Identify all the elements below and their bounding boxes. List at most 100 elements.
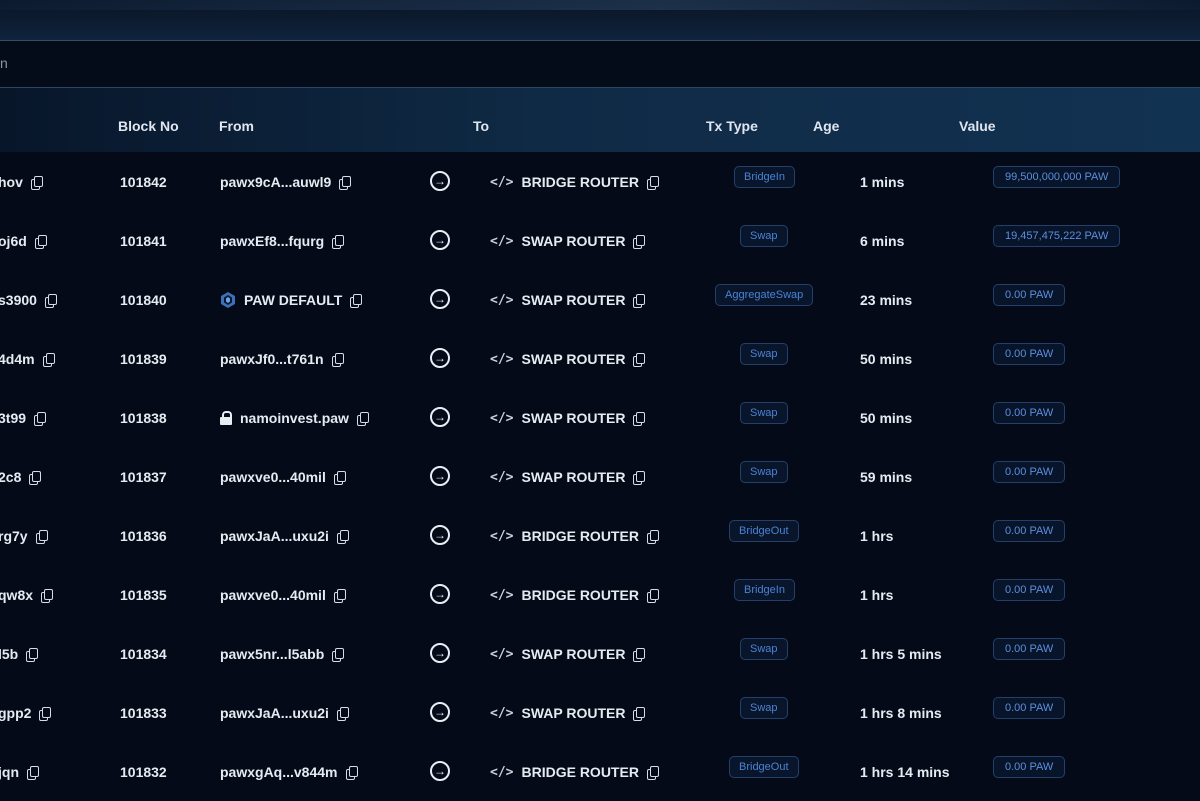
- copy-icon[interactable]: [646, 530, 659, 544]
- from-address-link[interactable]: pawxEf8...fqurg: [220, 233, 324, 249]
- to-address-link[interactable]: SWAP ROUTER: [521, 351, 625, 367]
- copy-icon[interactable]: [356, 412, 369, 426]
- from-address-link[interactable]: pawxve0...40mil: [220, 587, 326, 603]
- copy-icon[interactable]: [331, 353, 344, 367]
- copy-icon[interactable]: [646, 589, 659, 603]
- to-address-link[interactable]: SWAP ROUTER: [521, 292, 625, 308]
- tx-hash-link[interactable]: s3900: [0, 292, 37, 308]
- table-row[interactable]: 2c8 101837 pawxve0...40mil → </> SWAP ROUTER S…: [0, 447, 1200, 506]
- from-address-link[interactable]: pawxve0...40mil: [220, 469, 326, 485]
- tx-hash-link[interactable]: jqn: [0, 764, 19, 780]
- to-address-link[interactable]: BRIDGE ROUTER: [521, 528, 638, 544]
- search-text-fragment: n: [0, 55, 8, 71]
- table-row[interactable]: hov 101842 pawx9cA...auwl9 → </> BRIDGE ROUTE…: [0, 152, 1200, 211]
- table-row[interactable]: gpp2 101833 pawxJaA...uxu2i → </> SWAP ROUTER…: [0, 683, 1200, 742]
- to-address-link[interactable]: BRIDGE ROUTER: [521, 174, 638, 190]
- to-address-link[interactable]: SWAP ROUTER: [521, 705, 625, 721]
- table-row[interactable]: rg7y 101836 pawxJaA...uxu2i → </> BRIDGE ROUT…: [0, 506, 1200, 565]
- copy-icon[interactable]: [30, 176, 43, 190]
- block-number[interactable]: 101832: [120, 763, 167, 781]
- copy-icon[interactable]: [41, 589, 54, 603]
- tx-hash-link[interactable]: 4d4m: [0, 351, 35, 367]
- tx-hash-cell: l5b: [0, 645, 39, 663]
- tx-hash-link[interactable]: hov: [0, 174, 23, 190]
- tx-hash-link[interactable]: 3t99: [0, 410, 26, 426]
- to-address-link[interactable]: SWAP ROUTER: [521, 646, 625, 662]
- copy-icon[interactable]: [336, 530, 349, 544]
- table-row[interactable]: l5b 101834 pawx5nr...l5abb → </> SWAP ROUTER S…: [0, 624, 1200, 683]
- copy-icon[interactable]: [339, 176, 352, 190]
- to-address-link[interactable]: SWAP ROUTER: [521, 410, 625, 426]
- copy-icon[interactable]: [633, 648, 646, 662]
- copy-icon[interactable]: [350, 294, 363, 308]
- from-address-cell: pawx9cA...auwl9: [220, 173, 352, 191]
- copy-icon[interactable]: [332, 648, 345, 662]
- copy-icon[interactable]: [646, 766, 659, 780]
- copy-icon[interactable]: [633, 235, 646, 249]
- block-number[interactable]: 101838: [120, 409, 167, 427]
- from-address-link[interactable]: namoinvest.paw: [240, 410, 349, 426]
- from-address-link[interactable]: PAW DEFAULT: [244, 292, 342, 308]
- to-address-link[interactable]: BRIDGE ROUTER: [521, 764, 638, 780]
- copy-icon[interactable]: [34, 235, 47, 249]
- to-address-link[interactable]: SWAP ROUTER: [521, 233, 625, 249]
- block-number[interactable]: 101833: [120, 704, 167, 722]
- copy-icon[interactable]: [27, 766, 39, 780]
- copy-icon[interactable]: [333, 589, 346, 603]
- block-number[interactable]: 101839: [120, 350, 167, 368]
- table-row[interactable]: 4d4m 101839 pawxJf0...t761n → </> SWAP ROUTER…: [0, 329, 1200, 388]
- table-row[interactable]: 3t99 101838 namoinvest.paw → </> SWAP ROUTER S…: [0, 388, 1200, 447]
- copy-icon[interactable]: [633, 353, 646, 367]
- block-number[interactable]: 101834: [120, 645, 167, 663]
- from-address-link[interactable]: pawx9cA...auwl9: [220, 174, 331, 190]
- table-row[interactable]: qw8x 101835 pawxve0...40mil → </> BRIDGE ROUT…: [0, 565, 1200, 624]
- copy-icon[interactable]: [633, 294, 646, 308]
- table-row[interactable]: jqn 101832 pawxgAq...v844m → </> BRIDGE ROUTE…: [0, 742, 1200, 801]
- copy-icon[interactable]: [35, 530, 48, 544]
- table-row[interactable]: s3900 101840 PAW DEFAULT → </> SWAP ROUTER Agg…: [0, 270, 1200, 329]
- block-number[interactable]: 101841: [120, 232, 167, 250]
- header-value: Value: [959, 118, 996, 134]
- from-address-link[interactable]: pawxJaA...uxu2i: [220, 528, 329, 544]
- copy-icon[interactable]: [646, 176, 659, 190]
- block-number[interactable]: 101842: [120, 173, 167, 191]
- value-badge: 0.00 PAW: [993, 697, 1066, 719]
- tx-type-badge: BridgeIn: [734, 166, 795, 188]
- table-row[interactable]: oj6d 101841 pawxEf8...fqurg → </> SWAP ROUTER…: [0, 211, 1200, 270]
- copy-icon[interactable]: [345, 766, 358, 780]
- tx-hash-link[interactable]: l5b: [0, 646, 18, 662]
- to-address-cell: </> SWAP ROUTER: [490, 704, 646, 722]
- from-address-link[interactable]: pawxJaA...uxu2i: [220, 705, 329, 721]
- block-number[interactable]: 101840: [120, 291, 167, 309]
- tx-hash-link[interactable]: qw8x: [0, 587, 33, 603]
- tx-hash-link[interactable]: 2c8: [0, 469, 21, 485]
- tx-type-badge: Swap: [740, 697, 788, 719]
- from-address-link[interactable]: pawx5nr...l5abb: [220, 646, 324, 662]
- tx-hash-link[interactable]: oj6d: [0, 233, 27, 249]
- value-badge: 0.00 PAW: [993, 343, 1066, 365]
- block-number[interactable]: 101836: [120, 527, 167, 545]
- copy-icon[interactable]: [39, 707, 52, 721]
- copy-icon[interactable]: [336, 707, 349, 721]
- arrow-right-circle-icon: →: [430, 702, 450, 722]
- copy-icon[interactable]: [633, 412, 646, 426]
- to-address-link[interactable]: SWAP ROUTER: [521, 469, 625, 485]
- copy-icon[interactable]: [333, 471, 346, 485]
- tx-hash-link[interactable]: gpp2: [0, 705, 31, 721]
- tx-hash-link[interactable]: rg7y: [0, 528, 28, 544]
- copy-icon[interactable]: [29, 471, 42, 485]
- copy-icon[interactable]: [332, 235, 345, 249]
- copy-icon[interactable]: [44, 294, 57, 308]
- search-bar[interactable]: n: [0, 41, 1200, 88]
- block-number[interactable]: 101837: [120, 468, 167, 486]
- copy-icon[interactable]: [34, 412, 47, 426]
- copy-icon[interactable]: [26, 648, 39, 662]
- from-address-link[interactable]: pawxgAq...v844m: [220, 764, 338, 780]
- to-address-link[interactable]: BRIDGE ROUTER: [521, 587, 638, 603]
- copy-icon[interactable]: [633, 471, 646, 485]
- from-address-link[interactable]: pawxJf0...t761n: [220, 351, 324, 367]
- copy-icon[interactable]: [633, 707, 646, 721]
- copy-icon[interactable]: [42, 353, 55, 367]
- tx-type-badge: BridgeOut: [729, 756, 799, 778]
- block-number[interactable]: 101835: [120, 586, 167, 604]
